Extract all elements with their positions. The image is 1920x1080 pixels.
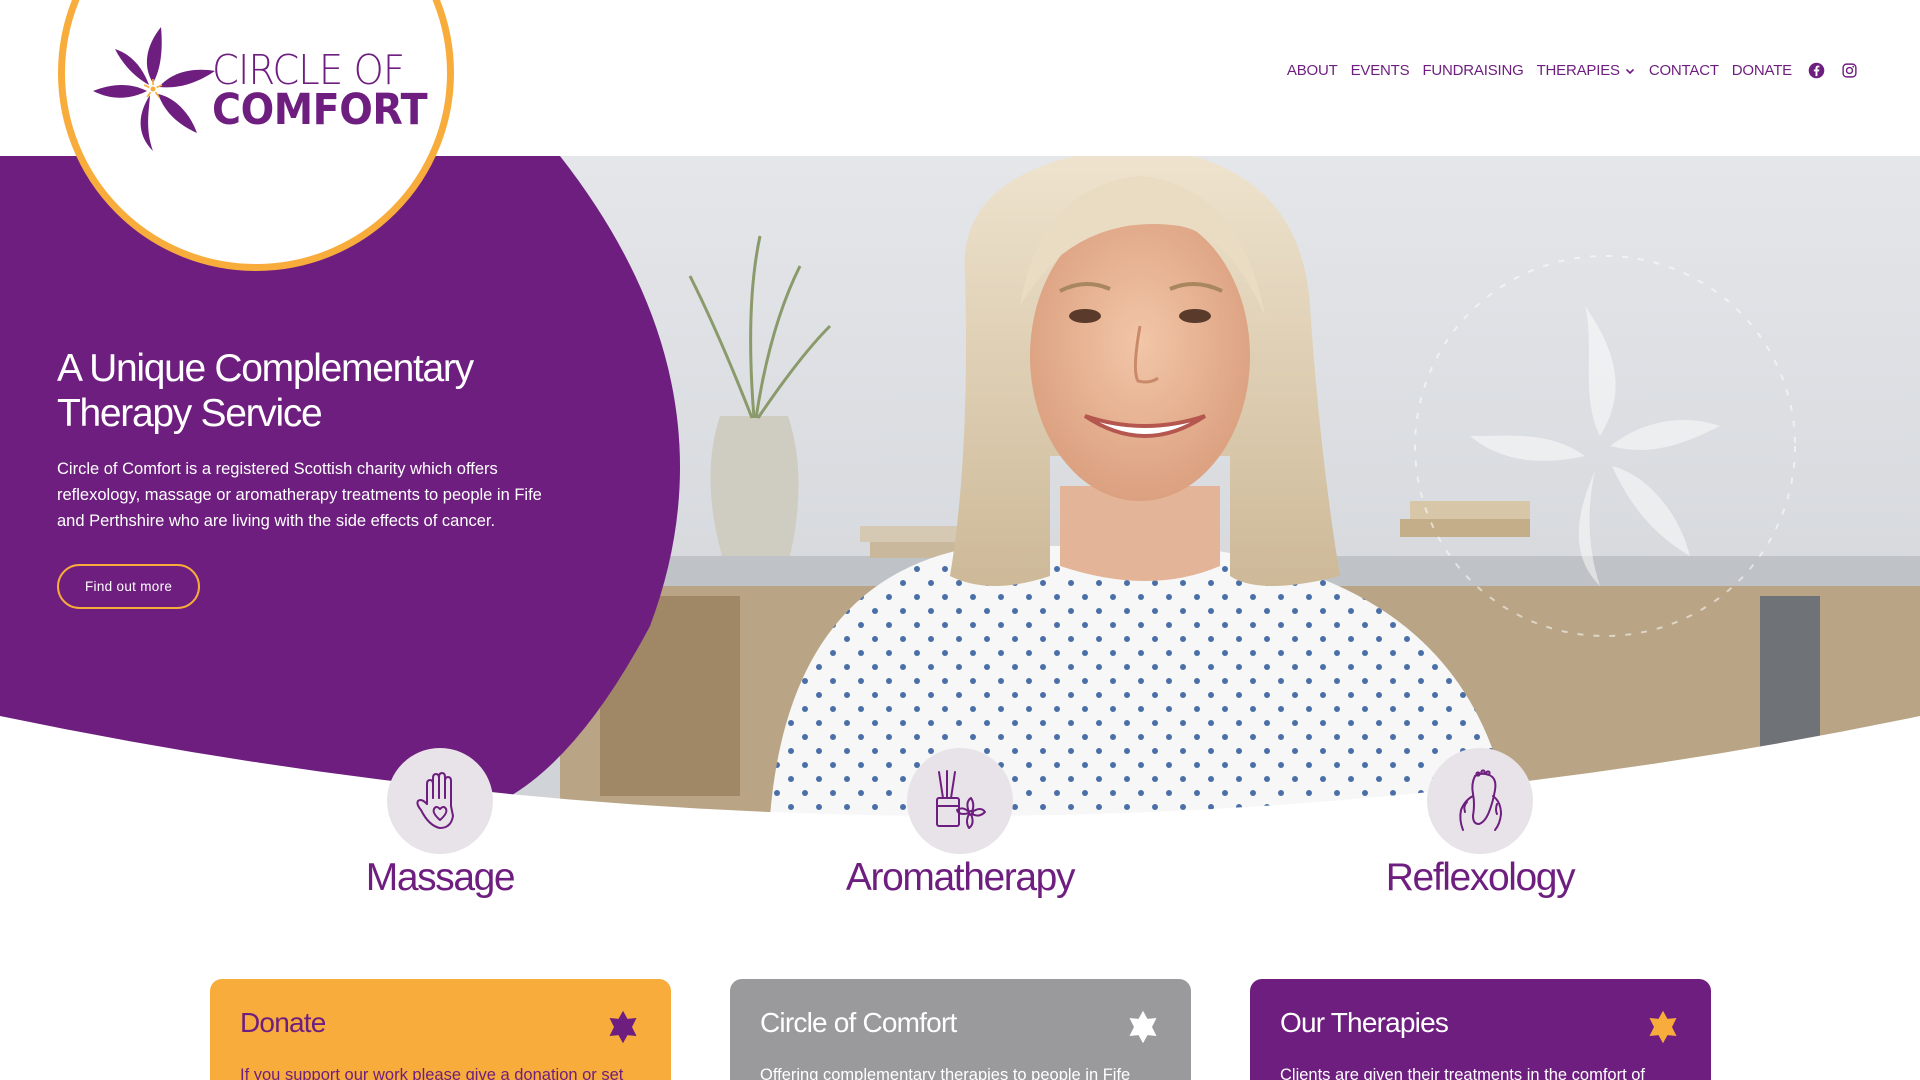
lily-flower-icon: [93, 27, 215, 151]
star-icon: [609, 1010, 637, 1044]
therapy-massage[interactable]: Massage: [290, 748, 590, 900]
chevron-down-icon: [1625, 68, 1634, 74]
nav-donate[interactable]: DONATE: [1732, 62, 1792, 79]
nav-therapies[interactable]: THERAPIES: [1537, 62, 1636, 79]
therapy-aromatherapy-circle[interactable]: [907, 748, 1013, 854]
nav-therapies-label: THERAPIES: [1536, 62, 1620, 79]
star-icon: [1129, 1010, 1157, 1044]
hand-heart-icon: [416, 772, 454, 829]
nav-contact[interactable]: CONTACT: [1649, 62, 1719, 79]
nav-events[interactable]: EVENTS: [1351, 62, 1410, 79]
therapy-reflexology-label[interactable]: Reflexology: [1330, 856, 1630, 900]
logo-text-line2: COMFORT: [212, 85, 428, 135]
circle-of-comfort-card-title: Circle of Comfort: [760, 1007, 957, 1038]
hero-title-line1: A Unique Complementary: [57, 347, 474, 390]
nav-fundraising[interactable]: FUNDRAISING: [1422, 62, 1523, 79]
therapy-massage-label[interactable]: Massage: [290, 856, 590, 900]
therapy-aromatherapy-label[interactable]: Aromatherapy: [810, 856, 1110, 900]
hero-content: A Unique Complementary Therapy Service C…: [57, 346, 577, 609]
therapy-reflexology[interactable]: Reflexology: [1330, 748, 1630, 900]
donate-card-text: If you support our work please give a do…: [240, 1066, 624, 1080]
diffuser-flower-icon: [936, 770, 986, 829]
hero-title-line2: Therapy Service: [57, 392, 323, 435]
donate-card-title: Donate: [240, 1007, 326, 1038]
main-nav: ABOUT EVENTS FUNDRAISING THERAPIES CONTA…: [1287, 62, 1858, 79]
foot-hands-icon: [1459, 769, 1502, 831]
facebook-icon[interactable]: [1808, 62, 1825, 79]
our-therapies-card-title: Our Therapies: [1280, 1007, 1449, 1038]
find-out-more-button[interactable]: Find out more: [57, 564, 201, 609]
our-therapies-card-text: Clients are given their treatments in th…: [1280, 1066, 1645, 1080]
logo-text: CIRCLE OF COMFORT: [212, 50, 446, 132]
therapy-aromatherapy[interactable]: Aromatherapy: [810, 748, 1110, 900]
therapy-massage-circle[interactable]: [387, 748, 493, 854]
star-icon: [1649, 1010, 1677, 1044]
hero-title: A Unique Complementary Therapy Service: [57, 346, 577, 436]
our-therapies-card[interactable]: Our Therapies Clients are given their tr…: [1250, 979, 1711, 1080]
donate-card[interactable]: Donate If you support our work please gi…: [210, 979, 671, 1080]
circle-of-comfort-card[interactable]: Circle of Comfort Offering complementary…: [730, 979, 1191, 1080]
instagram-icon[interactable]: [1841, 62, 1858, 79]
nav-about[interactable]: ABOUT: [1287, 62, 1338, 79]
hero-description: Circle of Comfort is a registered Scotti…: [57, 460, 542, 530]
therapy-reflexology-circle[interactable]: [1427, 748, 1533, 854]
circle-of-comfort-card-text: Offering complementary therapies to peop…: [760, 1066, 1131, 1080]
